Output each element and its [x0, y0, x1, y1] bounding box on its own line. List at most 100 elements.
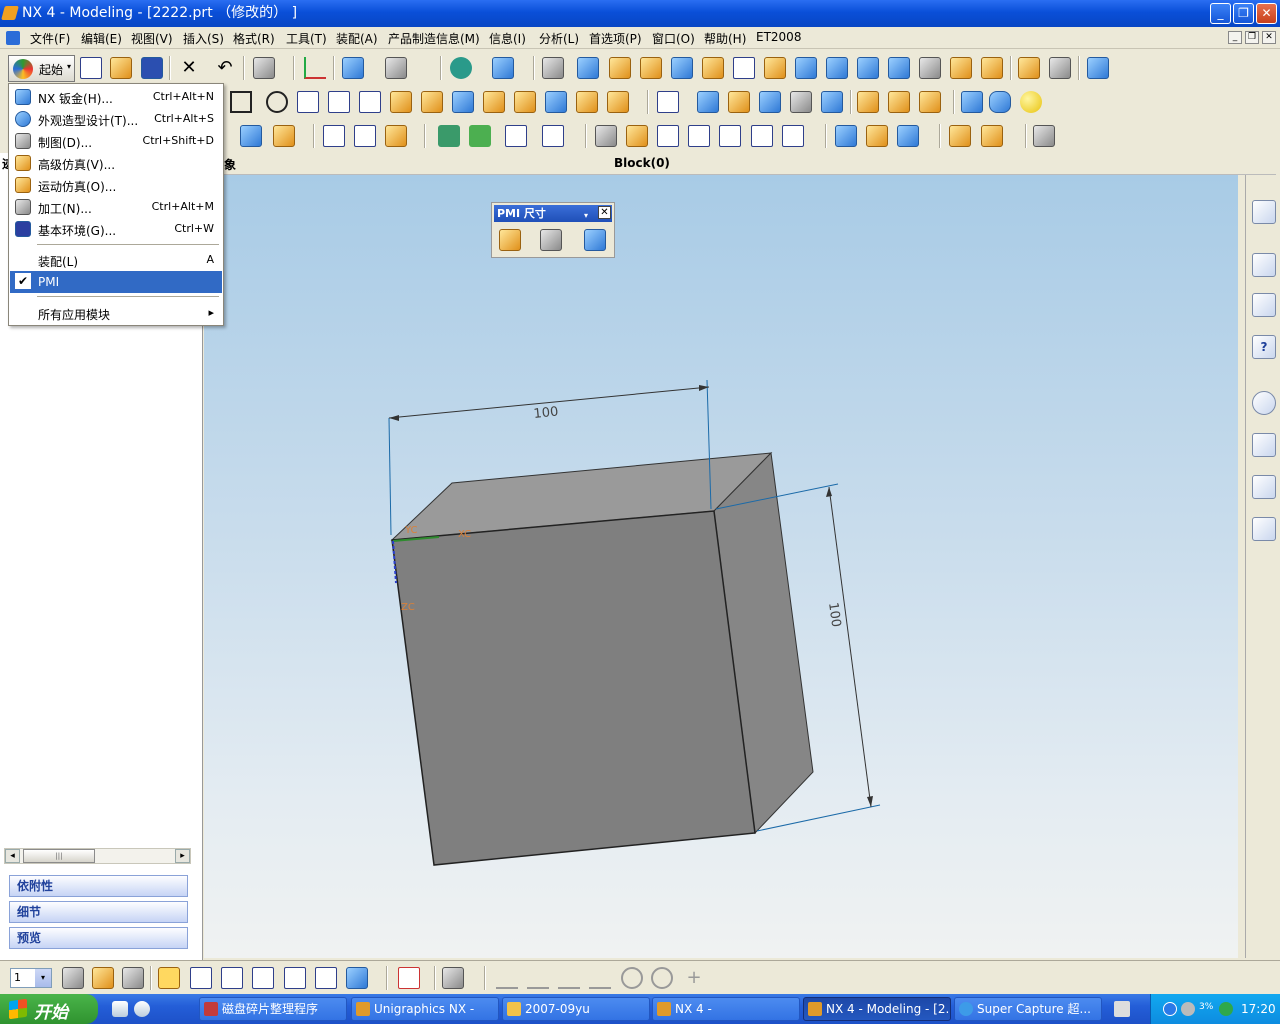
tube-icon[interactable]: [821, 91, 843, 113]
mesh-icon[interactable]: [354, 125, 376, 147]
dimension-top-text[interactable]: 100: [533, 404, 559, 422]
layout-icon[interactable]: [657, 91, 679, 113]
sweep-icon[interactable]: [640, 57, 662, 79]
coordinate-icon[interactable]: [346, 967, 368, 989]
menu-window[interactable]: 窗口(O): [652, 30, 695, 47]
keyboard-icon[interactable]: [1114, 1001, 1130, 1017]
process-studio-icon[interactable]: [1252, 475, 1276, 499]
tangent-snap-icon[interactable]: [527, 967, 549, 989]
curve-snap-icon[interactable]: [558, 967, 580, 989]
security-icon[interactable]: [1219, 1002, 1233, 1016]
menu-format[interactable]: 格式(R): [233, 30, 275, 47]
point-constructor-icon[interactable]: [398, 967, 420, 989]
assembly-navigator-icon[interactable]: [1252, 200, 1276, 224]
menu-item-gateway[interactable]: 基本环境(G)... Ctrl+W: [10, 218, 222, 240]
delete-icon[interactable]: ✕: [178, 57, 200, 79]
taskbar-unigraphics[interactable]: Unigraphics NX -: [351, 997, 499, 1021]
plate-icon[interactable]: [1049, 57, 1071, 79]
panel-dependencies[interactable]: 依附性: [9, 875, 188, 897]
sew-icon[interactable]: [505, 125, 527, 147]
doc-close-button[interactable]: ✕: [1262, 31, 1276, 44]
zebra-icon[interactable]: [866, 125, 888, 147]
pmi-toolbar-header[interactable]: PMI 尺寸 ▾ ✕: [494, 205, 612, 222]
view-cube-icon[interactable]: [342, 57, 364, 79]
probe-icon[interactable]: [626, 125, 648, 147]
analysis-curve-icon[interactable]: [782, 125, 804, 147]
control-point-icon[interactable]: [284, 967, 306, 989]
revolve-icon[interactable]: [514, 91, 536, 113]
taskbar-nx4-modeling[interactable]: NX 4 - Modeling - [2...: [803, 997, 951, 1021]
dimension-right-text[interactable]: 100: [825, 601, 843, 628]
menu-file[interactable]: 文件(F): [30, 30, 70, 47]
doc-minimize-button[interactable]: _: [1228, 31, 1242, 44]
origin-snap-icon[interactable]: [315, 967, 337, 989]
ruler-icon[interactable]: [949, 125, 971, 147]
layer-visible-icon[interactable]: [92, 967, 114, 989]
taskbar-defrag[interactable]: 磁盘碎片整理程序: [199, 997, 347, 1021]
minimize-button[interactable]: _: [1210, 3, 1231, 24]
quadrant-snap-icon[interactable]: [651, 967, 673, 989]
offset-face-icon[interactable]: [385, 125, 407, 147]
extrude-icon[interactable]: [483, 91, 505, 113]
face-icon[interactable]: [240, 125, 262, 147]
chamfer-icon[interactable]: [919, 91, 941, 113]
chevron-down-icon[interactable]: ▾: [584, 207, 588, 224]
menu-assembly[interactable]: 装配(A): [336, 30, 378, 47]
point-snap-icon[interactable]: [190, 967, 212, 989]
move-to-layer-icon[interactable]: [122, 967, 144, 989]
restore-button[interactable]: ❐: [1233, 3, 1254, 24]
block-icon[interactable]: [577, 57, 599, 79]
wcs-icon[interactable]: [304, 57, 326, 79]
trim-curve-icon[interactable]: [657, 125, 679, 147]
menu-item-assembly[interactable]: 装配(L) A: [10, 249, 222, 271]
graphics-viewport[interactable]: 100 100 YC XC ZC: [204, 175, 1238, 958]
roles-icon[interactable]: [1252, 517, 1276, 541]
grid-surface-icon[interactable]: [438, 125, 460, 147]
feature-icon[interactable]: [450, 57, 472, 79]
menu-pmi[interactable]: 产品制造信息(M): [388, 30, 480, 47]
menu-item-shape-studio[interactable]: 外观造型设计(T)... Ctrl+Alt+S: [10, 108, 222, 130]
datum-icon[interactable]: [542, 57, 564, 79]
line-snap-icon[interactable]: [496, 967, 518, 989]
block-set-icon[interactable]: [1018, 57, 1040, 79]
quick-launch-icon[interactable]: [112, 1001, 128, 1017]
transform-icon[interactable]: [795, 57, 817, 79]
sheet-icon[interactable]: [719, 125, 741, 147]
model-canvas[interactable]: 100 100 YC XC ZC: [204, 175, 1238, 958]
draft-icon[interactable]: [857, 91, 879, 113]
snap-toggle-icon[interactable]: [442, 967, 464, 989]
start-application-button[interactable]: 起始 ▾: [8, 55, 75, 82]
doc-restore-button[interactable]: ❐: [1245, 31, 1259, 44]
hide-icon[interactable]: [1033, 125, 1055, 147]
menu-analysis[interactable]: 分析(L): [539, 30, 579, 47]
scroll-thumb[interactable]: |||: [23, 849, 95, 863]
taskbar-super-capture[interactable]: Super Capture 超...: [954, 997, 1102, 1021]
select-icon[interactable]: [253, 57, 275, 79]
navigator-scrollbar[interactable]: ◂ ||| ▸: [4, 848, 191, 864]
fillet-icon[interactable]: [328, 91, 350, 113]
network-icon[interactable]: [1163, 1002, 1177, 1016]
endpoint-snap-icon[interactable]: [221, 967, 243, 989]
project-curve-icon[interactable]: [390, 91, 412, 113]
blend-icon[interactable]: [888, 91, 910, 113]
browser-icon[interactable]: [134, 1001, 150, 1017]
menu-tools[interactable]: 工具(T): [286, 30, 327, 47]
windows-start-button[interactable]: 开始: [0, 994, 98, 1024]
surface-icon[interactable]: [609, 57, 631, 79]
circle-icon[interactable]: [266, 91, 288, 113]
sphere-icon[interactable]: [1020, 91, 1042, 113]
pmi-horizontal-icon[interactable]: [540, 229, 562, 251]
measure-icon[interactable]: [595, 125, 617, 147]
taskbar-nx4[interactable]: NX 4 -: [652, 997, 800, 1021]
selection-filter-icon[interactable]: [158, 967, 180, 989]
curvature-icon[interactable]: [897, 125, 919, 147]
midpoint-snap-icon[interactable]: [252, 967, 274, 989]
pmi-dimension-icon[interactable]: [499, 229, 521, 251]
boss-icon[interactable]: [576, 91, 598, 113]
box-icon[interactable]: [961, 91, 983, 113]
extract-icon[interactable]: [826, 57, 848, 79]
close-button[interactable]: ✕: [1256, 3, 1277, 24]
menu-item-sheet-metal[interactable]: NX 钣金(H)... Ctrl+Alt+N: [10, 86, 222, 108]
part-icon[interactable]: [950, 57, 972, 79]
chevron-down-icon[interactable]: ▾: [35, 969, 51, 987]
